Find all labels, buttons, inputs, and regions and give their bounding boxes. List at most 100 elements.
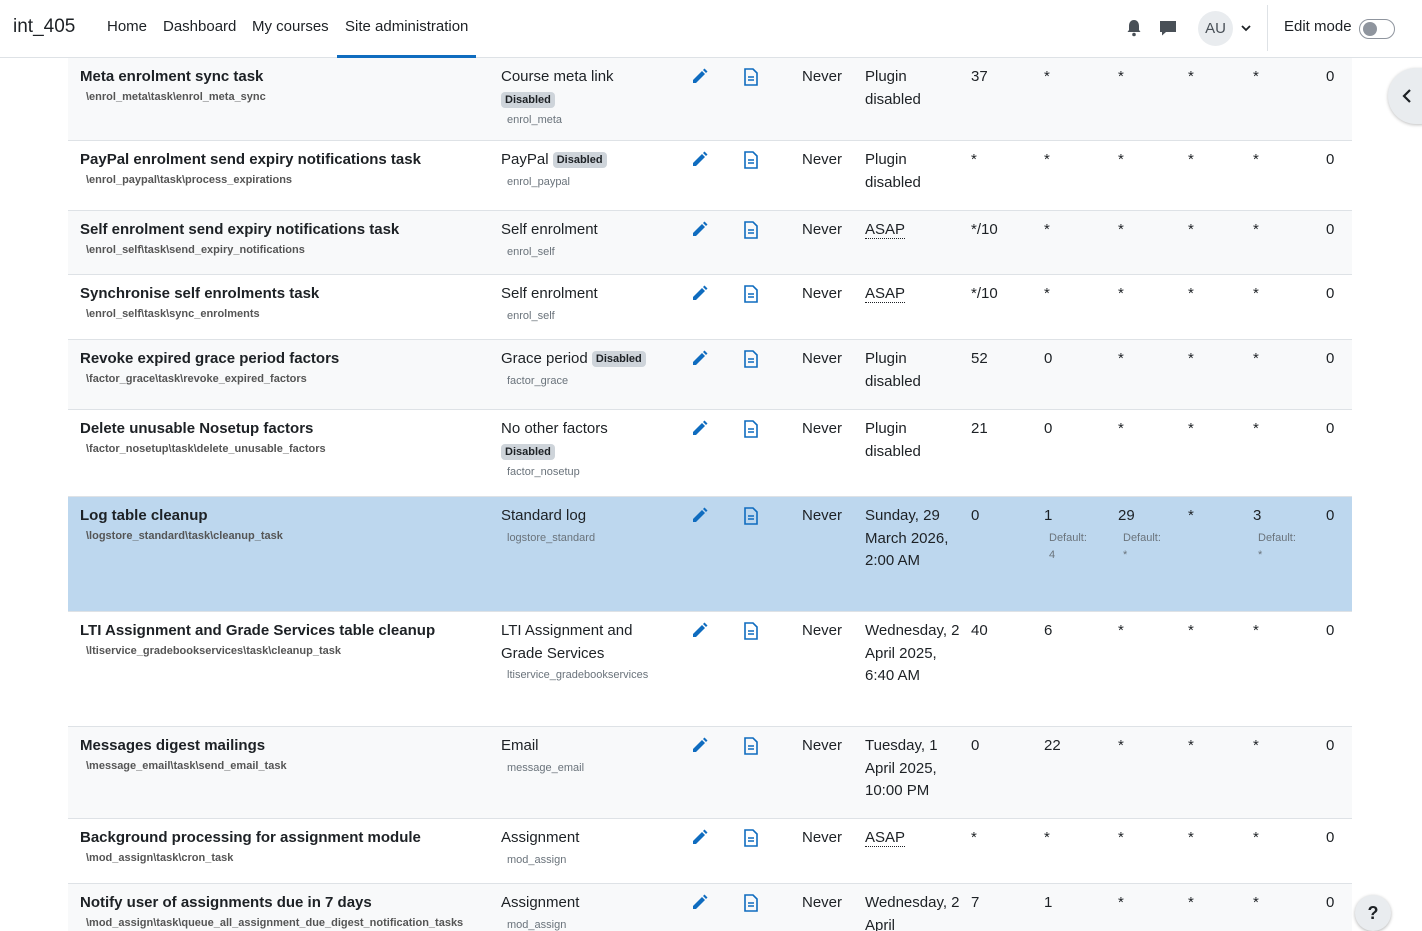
component-plugin: message_email	[507, 761, 585, 774]
hour-value: *	[1044, 221, 1050, 238]
component-plugin: logstore_standard	[507, 531, 596, 544]
fail-delay-value: 0	[1326, 420, 1335, 437]
drawer-toggle-button[interactable]	[1388, 68, 1422, 124]
document-icon[interactable]	[743, 420, 759, 438]
pencil-icon[interactable]	[690, 285, 708, 303]
site-brand[interactable]: int_405	[13, 16, 75, 38]
month-value: *	[1188, 507, 1194, 524]
last-run: Never	[802, 622, 843, 639]
component-plugin: enrol_meta	[507, 113, 563, 126]
hour-value: *	[1044, 68, 1050, 85]
chevron-left-icon	[1402, 89, 1411, 103]
document-icon[interactable]	[743, 151, 759, 169]
active-nav-indicator	[337, 55, 476, 58]
pencil-icon[interactable]	[690, 68, 708, 86]
nav-home[interactable]: Home	[107, 18, 147, 35]
default-value: *	[1123, 549, 1128, 561]
last-run: Never	[802, 829, 843, 846]
next-run: Plugin disabled	[865, 420, 921, 460]
pencil-icon[interactable]	[690, 507, 708, 525]
document-icon[interactable]	[743, 894, 759, 912]
pencil-icon[interactable]	[690, 622, 708, 640]
pencil-icon[interactable]	[690, 221, 708, 239]
default-value: 4	[1049, 549, 1056, 561]
day-default-note: Default: *	[1123, 530, 1161, 564]
document-icon[interactable]	[743, 507, 759, 525]
edit-mode-label: Edit mode	[1284, 18, 1352, 35]
pencil-icon[interactable]	[690, 737, 708, 755]
document-icon[interactable]	[743, 68, 759, 86]
day-of-week-value: *	[1253, 622, 1259, 639]
day-of-week-value: *	[1253, 737, 1259, 754]
nav-site-administration[interactable]: Site administration	[345, 18, 468, 35]
next-run: ASAP	[865, 827, 961, 850]
nav-dashboard[interactable]: Dashboard	[163, 18, 236, 35]
minute-value: 40	[971, 622, 988, 639]
task-classname: \enrol_self\task\send_expiry_notificatio…	[86, 244, 305, 256]
day-of-week-value: *	[1253, 151, 1259, 168]
component-cell: Grace period Disabled	[501, 348, 661, 371]
nav-my-courses[interactable]: My courses	[252, 18, 329, 35]
hour-value: 0	[1044, 420, 1053, 437]
pencil-icon[interactable]	[690, 420, 708, 438]
component-name: Assignment	[501, 829, 580, 846]
component-cell: Course meta link Disabled	[501, 66, 661, 111]
component-plugin: enrol_self	[507, 245, 555, 258]
last-run: Never	[802, 151, 843, 168]
minute-value: 52	[971, 350, 988, 367]
pencil-icon[interactable]	[690, 829, 708, 847]
component-cell: Email	[501, 735, 661, 758]
hour-value: 1	[1044, 507, 1053, 524]
task-classname: \factor_nosetup\task\delete_unusable_fac…	[86, 443, 326, 455]
component-cell: No other factors Disabled	[501, 418, 661, 463]
last-run: Never	[802, 285, 843, 302]
component-cell: Self enrolment	[501, 283, 661, 306]
edit-mode-toggle[interactable]	[1359, 19, 1395, 39]
document-icon[interactable]	[743, 622, 759, 640]
help-button[interactable]: ?	[1355, 895, 1391, 931]
component-cell: Assignment	[501, 892, 661, 915]
hour-value: 0	[1044, 350, 1053, 367]
document-icon[interactable]	[743, 829, 759, 847]
component-plugin: enrol_paypal	[507, 175, 570, 188]
avatar[interactable]: AU	[1198, 11, 1233, 46]
task-name: Meta enrolment sync task	[80, 68, 264, 85]
last-run: Never	[802, 737, 843, 754]
month-value: *	[1188, 151, 1194, 168]
table-row: Delete unusable Nosetup factors \factor_n…	[68, 410, 1352, 497]
day-of-week-value: *	[1253, 221, 1259, 238]
month-value: *	[1188, 622, 1194, 639]
component-name: PayPal	[501, 151, 549, 168]
table-row: Messages digest mailings \message_email\t…	[68, 727, 1352, 819]
task-classname: \ltiservice_gradebookservices\task\clean…	[86, 645, 341, 657]
fail-delay-value: 0	[1326, 151, 1335, 168]
fail-delay-value: 0	[1326, 350, 1335, 367]
toggle-knob	[1363, 22, 1377, 36]
bell-icon[interactable]	[1124, 18, 1144, 38]
task-classname: \mod_assign\task\cron_task	[86, 852, 234, 864]
chevron-down-icon[interactable]	[1240, 22, 1252, 34]
document-icon[interactable]	[743, 737, 759, 755]
component-plugin: mod_assign	[507, 853, 567, 866]
hour-value: 1	[1044, 894, 1053, 911]
table-row: Log table cleanup \logstore_standard\task…	[68, 497, 1352, 612]
day-of-week-value: *	[1253, 68, 1259, 85]
hour-value: 22	[1044, 737, 1061, 754]
task-classname: \logstore_standard\task\cleanup_task	[86, 530, 283, 542]
pencil-icon[interactable]	[690, 151, 708, 169]
document-icon[interactable]	[743, 285, 759, 303]
task-name: Delete unusable Nosetup factors	[80, 420, 314, 437]
hour-value: *	[1044, 285, 1050, 302]
month-value: *	[1188, 420, 1194, 437]
day-value: *	[1118, 221, 1124, 238]
pencil-icon[interactable]	[690, 350, 708, 368]
document-icon[interactable]	[743, 350, 759, 368]
table-row: Synchronise self enrolments task \enrol_s…	[68, 275, 1352, 340]
minute-value: 7	[971, 894, 980, 911]
chat-icon[interactable]	[1158, 18, 1178, 38]
pencil-icon[interactable]	[690, 894, 708, 912]
component-name: Self enrolment	[501, 285, 598, 302]
next-run: ASAP	[865, 219, 961, 242]
table-row: Revoke expired grace period factors \fact…	[68, 340, 1352, 410]
document-icon[interactable]	[743, 221, 759, 239]
